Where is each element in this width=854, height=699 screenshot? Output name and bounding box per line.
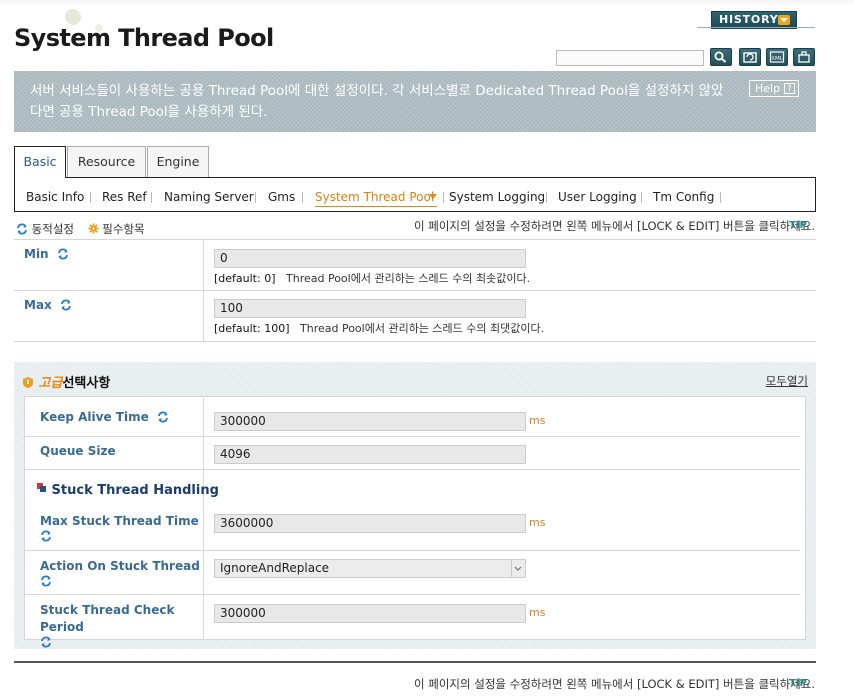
- field-label-max: Max: [24, 298, 72, 312]
- decorative-circle: [65, 9, 81, 25]
- unit-label: ms: [529, 516, 546, 529]
- field-label-queue-size: Queue Size: [40, 444, 116, 458]
- shield-icon: [23, 377, 33, 388]
- min-hint: [default: 0] Thread Pool에서 관리하는 스레드 수의 최…: [214, 272, 531, 285]
- divider: [302, 192, 303, 203]
- divider: [151, 192, 152, 203]
- stuck-thread-check-period-input[interactable]: 300000: [214, 604, 526, 623]
- queue-size-input[interactable]: 4096: [214, 445, 526, 464]
- divider: [255, 192, 256, 203]
- sub-tabs: Basic Info Res Ref Naming Server Gms Sys…: [14, 177, 816, 212]
- page-title: System Thread Pool: [14, 24, 274, 52]
- search-input[interactable]: [556, 50, 704, 66]
- open-all-link[interactable]: 모두열기: [766, 373, 808, 389]
- divider: [720, 192, 721, 203]
- subtab-system-thread-pool[interactable]: System Thread Pool: [315, 190, 434, 204]
- active-subtab-underline: [315, 206, 437, 207]
- legend: 동적설정 필수항목: [16, 221, 145, 237]
- field-label-action-on-stuck-thread: Action On Stuck Thread: [40, 558, 200, 592]
- tip-text-bottom: 이 페이지의 설정을 수정하려면 왼쪽 메뉴에서 [LOCK & EDIT] 버…: [414, 677, 815, 691]
- section-bullet-icon: [37, 483, 46, 492]
- row-divider: [24, 594, 800, 595]
- caret-down-icon: [429, 194, 437, 199]
- divider: [443, 192, 444, 203]
- subtab-res-ref[interactable]: Res Ref: [102, 190, 147, 204]
- bottom-divider: [14, 661, 816, 663]
- row-divider: [24, 469, 800, 470]
- unit-label: ms: [529, 414, 546, 427]
- required-gear-icon: [88, 223, 99, 234]
- max-hint: [default: 100] Thread Pool에서 관리하는 스레드 수의…: [214, 322, 545, 335]
- top-decoration: [0, 0, 854, 6]
- max-stuck-thread-time-input[interactable]: 3600000: [214, 514, 526, 533]
- question-icon: ?: [784, 83, 795, 94]
- sync-icon: [41, 575, 51, 587]
- chevron-down-icon: [511, 560, 522, 577]
- subtab-user-logging[interactable]: User Logging: [558, 190, 637, 204]
- action-on-stuck-thread-select[interactable]: IgnoreAndReplace: [214, 559, 526, 578]
- chevron-down-icon: [778, 15, 790, 25]
- export-button[interactable]: [793, 48, 815, 66]
- sync-icon: [41, 530, 51, 542]
- tip-text: 이 페이지의 설정을 수정하려면 왼쪽 메뉴에서 [LOCK & EDIT] 버…: [414, 219, 815, 233]
- help-button[interactable]: Help ?: [749, 80, 799, 97]
- row-divider: [14, 290, 816, 291]
- export-icon: [798, 51, 810, 63]
- legend-required-label: 필수항목: [102, 222, 145, 236]
- divider: [546, 192, 547, 203]
- stuck-thread-section-title: Stuck Thread Handling: [37, 483, 219, 498]
- search-button[interactable]: [710, 48, 732, 66]
- field-label-keep-alive-time: Keep Alive Time: [40, 410, 169, 424]
- field-label-stuck-thread-check-period: Stuck Thread Check Period: [40, 602, 200, 653]
- divider: [90, 192, 91, 203]
- sync-icon: [41, 636, 51, 648]
- xml-icon: XML: [769, 51, 785, 63]
- tip-badge-bottom: TIP: [786, 677, 822, 690]
- subtab-tm-config[interactable]: Tm Config: [653, 190, 714, 204]
- svg-text:XML: XML: [771, 56, 784, 62]
- history-underline: [697, 27, 815, 28]
- tab-basic[interactable]: Basic: [14, 146, 66, 178]
- keep-alive-time-input[interactable]: 300000: [214, 412, 526, 431]
- tab-engine[interactable]: Engine: [147, 146, 209, 177]
- description-text: 서버 서비스들이 사용하는 공용 Thread Pool에 대한 설정이다. 각…: [30, 83, 724, 120]
- subtab-gms[interactable]: Gms: [268, 190, 295, 204]
- description-panel: 서버 서비스들이 사용하는 공용 Thread Pool에 대한 설정이다. 각…: [14, 71, 816, 132]
- field-label-max-stuck-thread-time: Max Stuck Thread Time: [40, 513, 200, 547]
- sync-icon: [17, 223, 27, 235]
- field-label-min: Min: [24, 247, 69, 261]
- divider: [641, 192, 642, 203]
- row-divider: [24, 436, 800, 437]
- refresh-icon: [743, 52, 757, 63]
- unit-label: ms: [529, 606, 546, 619]
- row-divider: [14, 341, 816, 342]
- refresh-button[interactable]: [739, 48, 761, 66]
- sync-icon: [158, 411, 168, 423]
- advanced-title: 고급선택사항: [22, 372, 110, 391]
- row-divider: [24, 550, 800, 551]
- sync-icon: [57, 248, 68, 260]
- history-label: HISTORY: [719, 13, 779, 26]
- sync-icon: [61, 299, 71, 311]
- min-input[interactable]: 0: [214, 249, 526, 268]
- subtab-system-logging[interactable]: System Logging: [449, 190, 545, 204]
- search-icon: [714, 51, 727, 63]
- tab-resource[interactable]: Resource: [67, 146, 146, 177]
- subtab-basic-info[interactable]: Basic Info: [26, 190, 84, 204]
- row-divider: [14, 239, 816, 240]
- xml-button[interactable]: XML: [766, 48, 788, 66]
- max-input[interactable]: 100: [214, 299, 526, 318]
- tip-badge: TIP: [786, 219, 822, 232]
- help-label: Help: [755, 82, 781, 95]
- column-divider: [203, 398, 204, 641]
- legend-dynamic-label: 동적설정: [31, 222, 74, 236]
- subtab-naming-server[interactable]: Naming Server: [164, 190, 254, 204]
